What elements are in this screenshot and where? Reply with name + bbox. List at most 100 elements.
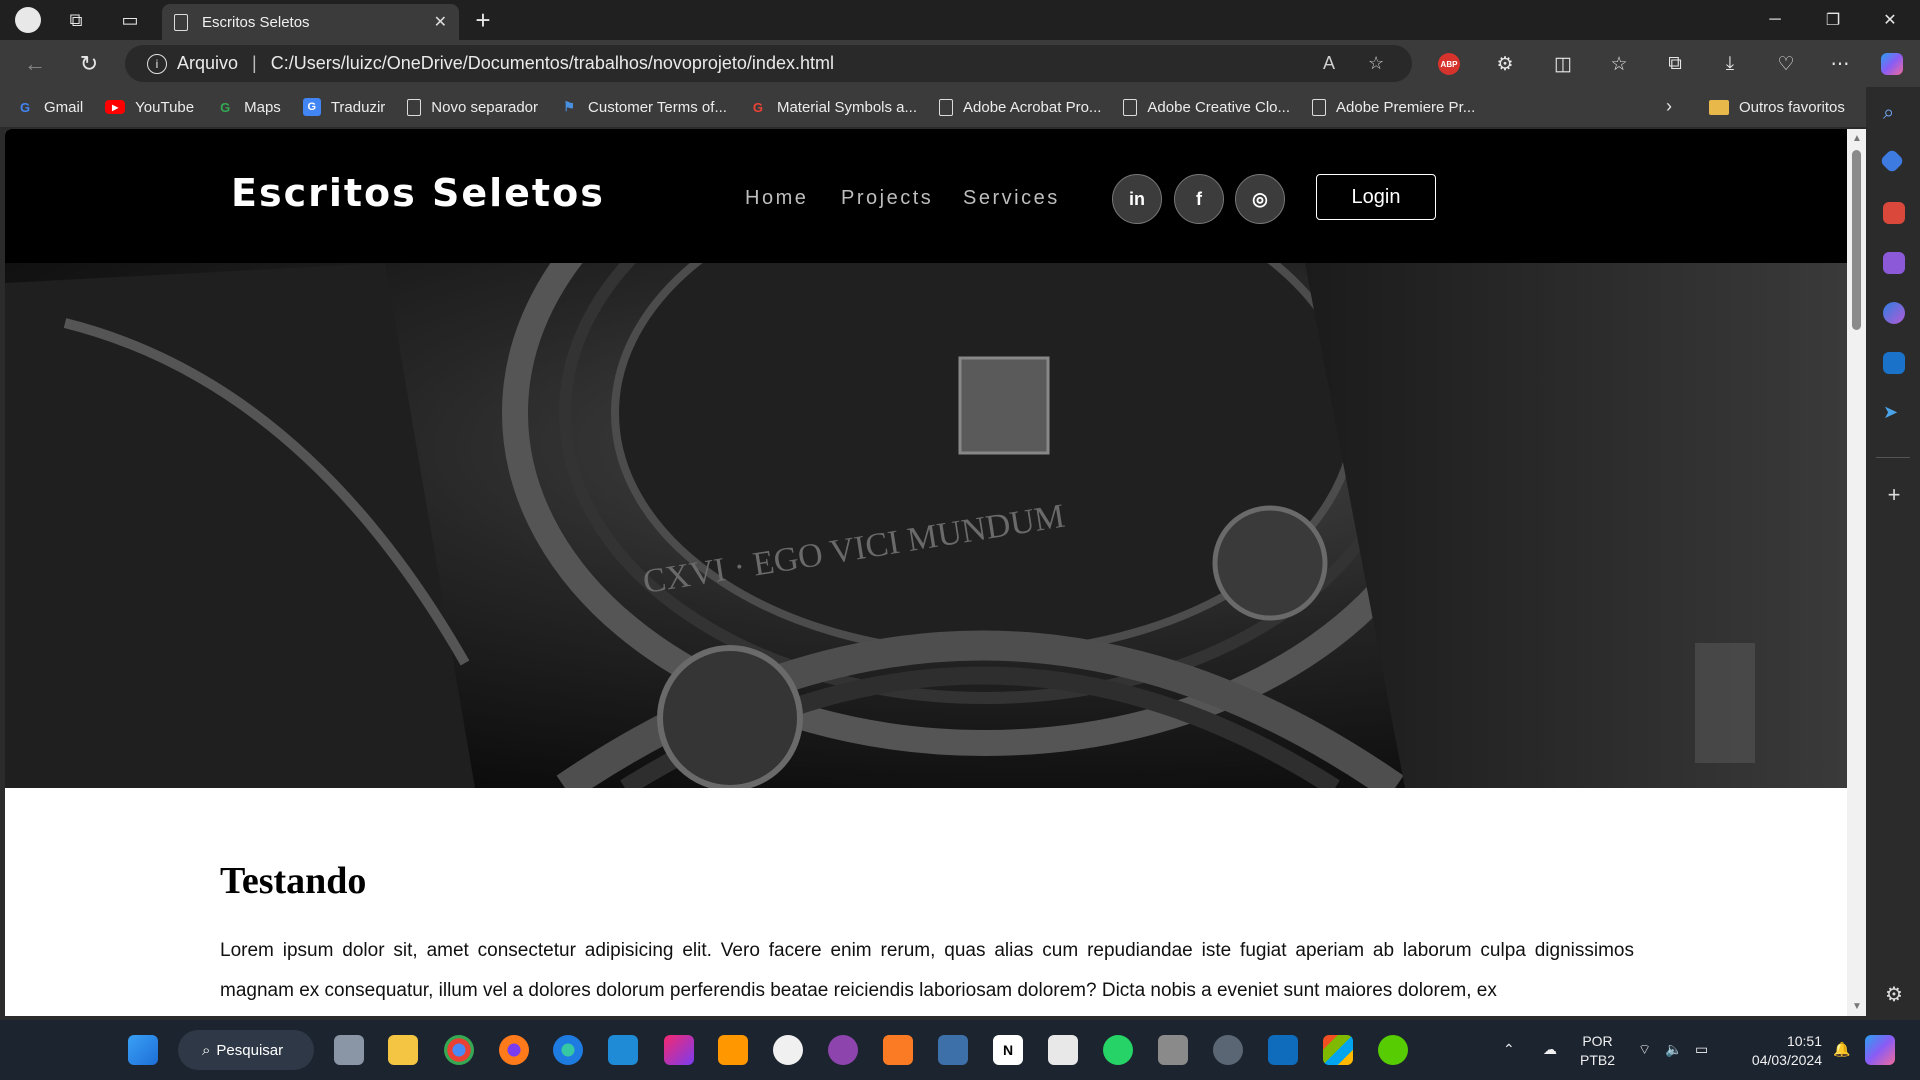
copilot-icon[interactable] — [1877, 50, 1907, 78]
minimize-button[interactable]: ─ — [1747, 0, 1803, 40]
bookmark-adobe-acrobat[interactable]: Adobe Acrobat Pro... — [939, 98, 1101, 116]
clock[interactable]: 10:51 04/03/2024 — [1736, 1032, 1822, 1070]
firefox-icon[interactable] — [499, 1035, 529, 1065]
site-header: Escritos Seletos Home Projects Services … — [5, 129, 1847, 263]
close-tab-icon[interactable]: ✕ — [434, 12, 447, 32]
facebook-icon[interactable]: f — [1174, 174, 1224, 224]
github-desktop-icon[interactable] — [828, 1035, 858, 1065]
profile-icon[interactable] — [8, 0, 48, 40]
bookmark-adobe-creative-cloud[interactable]: Adobe Creative Clo... — [1123, 98, 1290, 116]
bookmark-material-symbols[interactable]: G Material Symbols a... — [749, 98, 917, 116]
edge-icon[interactable] — [553, 1035, 583, 1065]
close-window-button[interactable]: ✕ — [1862, 0, 1918, 40]
title-bar: ⧉ ▭ Escritos Seletos ✕ + ─ ❐ ✕ — [0, 0, 1920, 40]
scroll-up-icon[interactable]: ▲ — [1852, 133, 1862, 144]
favorite-star-icon[interactable]: ☆ — [1368, 53, 1384, 74]
login-button[interactable]: Login — [1316, 174, 1436, 220]
nav-home[interactable]: Home — [745, 187, 808, 210]
browser-window: ⧉ ▭ Escritos Seletos ✕ + ─ ❐ ✕ ← ↻ i Arq… — [0, 0, 1920, 1080]
restore-button[interactable]: ❐ — [1805, 0, 1861, 40]
settings-icon[interactable] — [1213, 1035, 1243, 1065]
game-icon[interactable] — [1158, 1035, 1188, 1065]
refresh-button[interactable]: ↻ — [68, 40, 110, 87]
workspaces-icon[interactable]: ⧉ — [56, 0, 96, 40]
send-icon[interactable]: ➤ — [1883, 402, 1905, 424]
sublime-icon[interactable] — [718, 1035, 748, 1065]
duolingo-icon[interactable] — [1378, 1035, 1408, 1065]
mysql-workbench-icon[interactable] — [938, 1035, 968, 1065]
page-scrollbar[interactable]: ▲ ▼ — [1847, 129, 1866, 1016]
back-button[interactable]: ← — [14, 40, 56, 87]
bookmark-youtube[interactable]: ▶ YouTube — [105, 99, 194, 116]
page-icon — [407, 98, 422, 116]
linkedin-icon[interactable]: in — [1112, 174, 1162, 224]
bookmark-novo-separador[interactable]: Novo separador — [407, 98, 538, 116]
new-tab-button[interactable]: + — [466, 4, 500, 36]
extensions-icon[interactable]: ⚙ — [1490, 50, 1520, 78]
battery-icon[interactable]: ▭ — [1695, 1040, 1708, 1059]
xampp-icon[interactable] — [883, 1035, 913, 1065]
file-explorer-icon[interactable] — [388, 1035, 418, 1065]
flag-icon: ⚑ — [563, 99, 575, 114]
language-indicator[interactable]: POR PTB2 — [1580, 1032, 1615, 1070]
windows-start-icon[interactable] — [128, 1035, 158, 1065]
scroll-down-icon[interactable]: ▼ — [1852, 1001, 1862, 1012]
bookmark-maps[interactable]: G Maps — [216, 98, 281, 116]
tab-actions-icon[interactable]: ▭ — [110, 0, 150, 40]
taskbar-search[interactable]: ⌕ Pesquisar — [178, 1030, 314, 1070]
search-icon: ⌕ — [202, 1041, 211, 1059]
address-bar[interactable]: i Arquivo | C:/Users/luizc/OneDrive/Docu… — [125, 45, 1412, 82]
tab-title: Escritos Seletos — [202, 13, 310, 31]
other-favorites[interactable]: Outros favoritos — [1709, 87, 1845, 127]
volume-icon[interactable]: 🔈 — [1665, 1040, 1682, 1059]
downloads-icon[interactable]: ⤓ — [1715, 50, 1745, 78]
task-view-icon[interactable] — [334, 1035, 364, 1065]
nav-services[interactable]: Services — [963, 187, 1060, 210]
notifications-icon[interactable]: 🔔 — [1833, 1040, 1850, 1059]
bookmark-traduzir[interactable]: G Traduzir — [302, 98, 385, 116]
tray-overflow-icon[interactable]: ⌃ — [1503, 1040, 1515, 1059]
menu-icon[interactable]: ⋯ — [1825, 50, 1855, 78]
chevron-right-icon[interactable]: › — [1666, 96, 1672, 117]
browser-essentials-icon[interactable]: ♡ — [1771, 50, 1801, 78]
whatsapp-icon[interactable] — [1103, 1035, 1133, 1065]
wifi-icon[interactable]: ⌔ — [1638, 1040, 1651, 1059]
instagram-icon[interactable]: ◎ — [1235, 174, 1285, 224]
read-aloud-icon[interactable]: A — [1323, 53, 1335, 74]
nav-projects[interactable]: Projects — [841, 187, 933, 210]
microsoft-store-icon[interactable] — [1323, 1035, 1353, 1065]
search-icon[interactable]: ⌕ — [1883, 102, 1905, 124]
office-icon[interactable] — [1883, 302, 1905, 324]
intellij-icon[interactable] — [664, 1035, 694, 1065]
favorites-icon[interactable]: ☆ — [1604, 50, 1634, 78]
tools-icon[interactable] — [1883, 202, 1905, 224]
notepad-icon[interactable] — [1048, 1035, 1078, 1065]
google-icon: G — [220, 99, 231, 115]
onedrive-icon[interactable]: ☁ — [1543, 1040, 1557, 1059]
collections-icon[interactable]: ⧉ — [1660, 50, 1690, 78]
scroll-thumb[interactable] — [1852, 150, 1861, 330]
copilot-icon[interactable] — [1865, 1035, 1895, 1065]
page-icon — [939, 98, 953, 116]
adblock-plus-icon[interactable]: ABP — [1434, 50, 1464, 78]
add-icon[interactable]: + — [1883, 482, 1905, 507]
github-icon[interactable] — [773, 1035, 803, 1065]
tab-active[interactable]: Escritos Seletos ✕ — [162, 4, 459, 40]
outlook-icon[interactable] — [1883, 352, 1905, 374]
bookmarks-bar: G Gmail ▶ YouTube G Maps G Traduzir Novo sep… — [0, 87, 1880, 127]
info-icon[interactable]: i — [147, 53, 167, 74]
outlook-new-icon[interactable] — [1268, 1035, 1298, 1065]
vscode-icon[interactable] — [608, 1035, 638, 1065]
youtube-icon: ▶ — [105, 100, 126, 114]
chrome-icon[interactable] — [444, 1035, 474, 1065]
shopping-icon[interactable] — [1879, 148, 1905, 174]
settings-icon[interactable]: ⚙ — [1883, 982, 1905, 1006]
notion-icon[interactable]: N — [993, 1035, 1023, 1065]
bookmark-gmail[interactable]: G Gmail — [16, 98, 83, 116]
bookmark-customer-terms[interactable]: ⚑ Customer Terms of... — [560, 98, 727, 116]
site-brand[interactable]: Escritos Seletos — [231, 171, 605, 215]
split-screen-icon[interactable]: ◫ — [1548, 50, 1578, 78]
folder-icon — [1709, 99, 1729, 115]
games-icon[interactable] — [1883, 252, 1905, 274]
bookmark-adobe-premiere[interactable]: Adobe Premiere Pr... — [1312, 98, 1475, 116]
